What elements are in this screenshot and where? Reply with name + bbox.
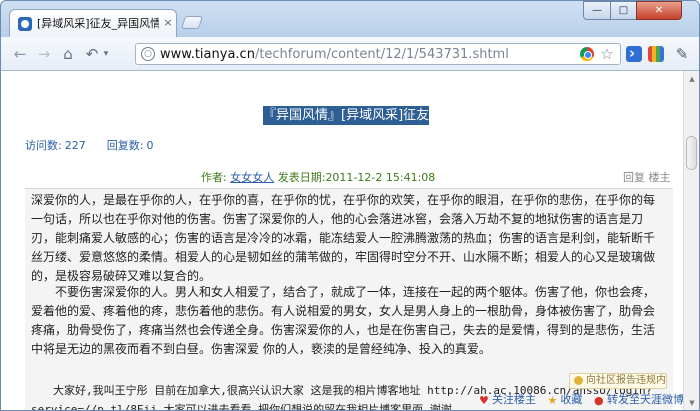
follow-author-button[interactable]: ♥ 关注楼主 [479,392,536,408]
globe-icon: ○ [141,47,155,61]
favorite-button[interactable]: ★ 收藏 [548,392,583,408]
post-footer-actions: ♥ 关注楼主 ★ 收藏 ● 转发至天涯微博 [479,392,683,408]
date-label: 发表日期: [277,171,326,184]
replies-label: 回复数: [106,139,144,152]
history-menu-icon[interactable]: ▾ [101,45,111,63]
tab-close-icon[interactable]: × [162,16,174,30]
author-link[interactable]: 女女女人 [230,171,274,184]
address-bar[interactable]: ○ www.tianya.cn/techforum/content/12/1/5… [135,43,621,65]
url-path: /techforum/content/12/1/543731.shtml [254,47,509,62]
replies-count: 0 [146,139,154,152]
report-icon [574,376,583,385]
author-label: 作者: [201,171,227,184]
vertical-scrollbar[interactable]: ▲ ▼ [683,71,699,410]
chrome-icon[interactable] [580,47,594,61]
weibo-icon: ● [594,394,604,407]
byline: 作者: 女女女人 发表日期:2011-12-2 15:41:08 [201,170,461,186]
scroll-down-icon[interactable]: ▼ [687,398,697,408]
browser-toolbar: ← → ⌂ ↶ ▾ ○ www.tianya.cn/techforum/cont… [1,37,699,71]
report-button[interactable]: 向社区报告违规内容 [569,373,667,389]
new-tab-button[interactable] [180,16,204,29]
heart-icon: ♥ [479,394,489,407]
scroll-up-icon[interactable]: ▲ [687,74,697,84]
forward-icon[interactable]: → [35,45,53,63]
home-icon[interactable]: ⌂ [59,45,77,63]
report-label: 向社区报告违规内容 [586,375,667,386]
minimize-button[interactable]: — [583,1,611,20]
star-icon[interactable]: ☆ [599,44,615,64]
browser-window: [异域风采]征友_异国风情_ × — □ ✕ ← → ⌂ ↶ ▾ ○ www.t… [0,0,700,411]
reply-link[interactable]: 回复 [623,171,645,184]
url-host: www.tianya.cn [160,47,255,62]
tab-title: [异域风采]征友_异国风情_ [37,17,159,30]
post-header: 作者: 女女女人 发表日期:2011-12-2 15:41:08 回复 楼主 [25,167,673,189]
follow-label: 关注楼主 [492,393,536,406]
extension-icon[interactable] [626,44,642,62]
thread-stats: 访问数: 227 回复数: 0 [25,138,225,154]
wrench-icon[interactable]: ✎ [673,45,691,63]
reload-icon[interactable]: ↶ [83,45,101,63]
maximize-button[interactable]: □ [610,1,637,20]
visits-count: 227 [64,139,86,152]
post-paragraph: 深爱你的人，是最在乎你的人，在乎你的喜，在乎你的忧，在乎你的欢笑，在乎你的眼泪，… [31,193,656,283]
page-viewport: 『异国风情』[异域风采]征友 访问数: 227 回复数: 0 作者: 女女女人 发表日… [1,71,683,410]
favorite-label: 收藏 [560,393,583,406]
floor-actions: 回复 楼主 [623,170,671,186]
post-date: 2011-12-2 15:41:08 [325,171,436,184]
post-paragraph: 不要伤害深爱你的人。男人和女人相爱了，结合了，就成了一体，连接在一起的两个躯体。… [31,285,656,356]
floor-label: 楼主 [648,171,671,184]
close-window-button[interactable]: ✕ [636,1,682,20]
url-text[interactable]: www.tianya.cn/techforum/content/12/1/543… [160,46,570,63]
tianya-favicon-icon [18,17,32,31]
visits-label: 访问数: [25,139,62,152]
share-weibo-button[interactable]: ● 转发至天涯微博 [594,392,683,408]
window-controls: — □ ✕ [583,1,695,21]
browser-tab[interactable]: [异域风采]征友_异国风情_ × [9,9,177,37]
back-icon[interactable]: ← [11,45,29,63]
page-title: 『异国风情』[异域风采]征友 [263,106,430,125]
scroll-thumb[interactable] [686,136,697,170]
favorite-star-icon: ★ [547,394,558,407]
tab-strip: [异域风采]征友_异国风情_ × — □ ✕ [1,1,699,37]
share-weibo-label: 转发至天涯微博 [607,393,683,406]
chart-extension-icon[interactable] [648,46,664,62]
